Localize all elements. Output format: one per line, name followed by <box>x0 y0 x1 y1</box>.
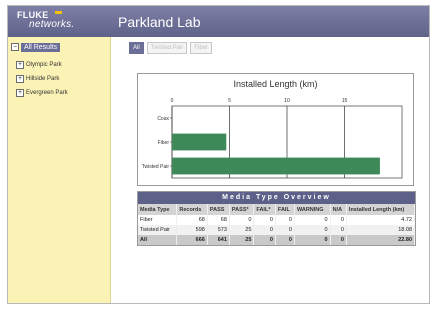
table-cell: 641 <box>207 235 230 245</box>
table-cell: 666 <box>176 235 208 245</box>
app-window: FLUKE networks. Parkland Lab − All Resul… <box>7 5 430 304</box>
table-cell: 598 <box>176 225 208 235</box>
table-cell: 0 <box>275 225 295 235</box>
table-cell: 0 <box>253 225 276 235</box>
table-title: Media Type Overview <box>138 192 415 204</box>
table-cell: 0 <box>294 215 331 225</box>
tree-item-label[interactable]: Evergreen Park <box>26 90 68 96</box>
chart-y-tick-label: Twisted Pair <box>142 164 170 170</box>
logo-accent-icon <box>55 11 62 14</box>
table-cell: 0 <box>294 235 331 245</box>
media-tabs: All Twisted Pair Fiber <box>129 42 213 54</box>
col-fail-star: FAIL* <box>253 204 276 215</box>
chart-y-tick-label: Fiber <box>158 140 170 146</box>
tab-all[interactable]: All <box>129 42 144 54</box>
table-row: Fiber 68 68 0 0 0 0 0 4.72 <box>138 215 416 225</box>
table-cell: Fiber <box>138 215 178 225</box>
media-type-overview: Media Type Overview Media Type Records P… <box>137 191 416 246</box>
tree-root-all-results[interactable]: − All Results <box>11 42 61 52</box>
table-cell: 573 <box>207 225 230 235</box>
logo-bottom-text: networks. <box>29 19 75 30</box>
table-cell: 25 <box>229 225 255 235</box>
expand-icon[interactable]: + <box>16 75 24 83</box>
col-pass: PASS <box>207 204 230 215</box>
expand-icon[interactable]: + <box>16 89 24 97</box>
tree-item-label[interactable]: Hillside Park <box>26 76 59 82</box>
chart-y-tick-label: Coax <box>157 116 169 122</box>
table-cell: Twisted Pair <box>138 225 178 235</box>
table-cell: 0 <box>330 215 347 225</box>
table-cell: 0 <box>330 235 347 245</box>
chart-x-tick-label: 10 <box>284 98 290 104</box>
col-records: Records <box>176 204 208 215</box>
tab-twisted-pair[interactable]: Twisted Pair <box>146 42 188 54</box>
collapse-icon[interactable]: − <box>11 43 19 51</box>
media-type-table: Media Type Records PASS PASS* FAIL* FAIL… <box>138 204 416 245</box>
table-cell: 0 <box>253 235 276 245</box>
col-installed-length: Installed Length (km) <box>346 204 416 215</box>
table-header-row: Media Type Records PASS PASS* FAIL* FAIL… <box>138 204 416 215</box>
tree-root-label[interactable]: All Results <box>21 42 61 52</box>
table-cell: 18.08 <box>346 225 416 235</box>
table-cell: 68 <box>207 215 230 225</box>
tab-fiber[interactable]: Fiber <box>190 42 213 54</box>
table-cell: 0 <box>253 215 276 225</box>
table-cell: All <box>138 235 178 245</box>
chart-x-tick-label: 0 <box>171 98 174 104</box>
table-row: Twisted Pair 598 573 25 0 0 0 0 18.08 <box>138 225 416 235</box>
col-na: N/A <box>330 204 347 215</box>
tree-item-label[interactable]: Olympic Park <box>26 62 62 68</box>
table-cell: 0 <box>330 225 347 235</box>
header-bar: FLUKE networks. Parkland Lab <box>8 6 429 37</box>
page-title: Parkland Lab <box>118 14 201 30</box>
chart-plot: 0 5 10 15 Coax Fiber Twisted Pair <box>142 98 403 179</box>
table-cell: 22.80 <box>346 235 416 245</box>
table-cell: 0 <box>294 225 331 235</box>
col-pass-star: PASS* <box>229 204 255 215</box>
chart-bar <box>172 133 227 151</box>
expand-icon[interactable]: + <box>16 61 24 69</box>
table-cell: 0 <box>229 215 255 225</box>
fluke-networks-logo: FLUKE networks. <box>17 10 75 30</box>
chart-bar <box>172 157 380 175</box>
chart-x-tick-label: 15 <box>342 98 348 104</box>
table-cell: 0 <box>275 215 295 225</box>
table-cell: 0 <box>275 235 295 245</box>
table-total-row: All 666 641 25 0 0 0 0 22.80 <box>138 235 416 245</box>
col-media-type: Media Type <box>138 204 178 215</box>
col-fail: FAIL <box>275 204 295 215</box>
table-cell: 25 <box>229 235 255 245</box>
sidebar: − All Results + Olympic Park + Hillside … <box>8 37 111 303</box>
main-content: All Twisted Pair Fiber Installed Length … <box>111 37 429 303</box>
tree-item-evergreen-park[interactable]: + Evergreen Park <box>16 89 68 97</box>
installed-length-chart: Installed Length (km) 0 5 10 15 Coax Fiber Twi… <box>137 73 414 186</box>
tree-item-hillside-park[interactable]: + Hillside Park <box>16 75 59 83</box>
table-cell: 68 <box>176 215 208 225</box>
col-warning: WARNING <box>294 204 331 215</box>
tree-item-olympic-park[interactable]: + Olympic Park <box>16 61 62 69</box>
chart-x-tick-label: 5 <box>228 98 231 104</box>
table-cell: 4.72 <box>346 215 416 225</box>
